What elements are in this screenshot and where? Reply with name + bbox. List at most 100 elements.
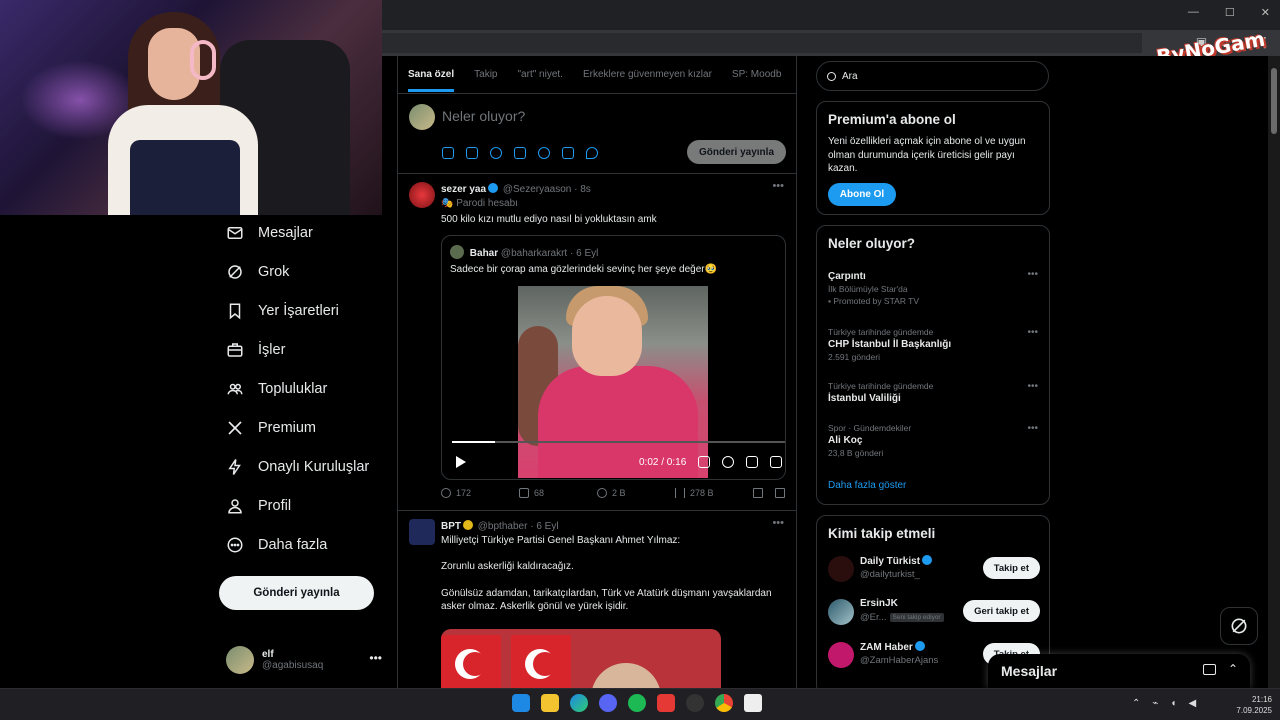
tweet-time[interactable]: 6 Eyl [536, 521, 558, 532]
follow-button[interactable]: Takip et [982, 557, 1040, 579]
address-bar[interactable] [382, 33, 1142, 53]
network-icon[interactable]: ⌁ [1152, 698, 1158, 709]
grok-icon[interactable] [490, 147, 502, 159]
bookmark-button[interactable] [753, 488, 775, 498]
trend-item[interactable]: Spor · Gündemdekiler Ali Koç 23,8 B gönd… [828, 423, 1038, 458]
quote-header: Bahar @baharkarakrt · 6 Eyl [450, 245, 598, 259]
subscribe-button[interactable]: Abone Ol [828, 183, 896, 206]
tab-list-moodb[interactable]: SP: Moodb [732, 69, 781, 80]
scrollbar-thumb[interactable] [1271, 68, 1277, 134]
more-icon[interactable]: ••• [772, 180, 784, 192]
poll-icon[interactable] [514, 147, 526, 159]
share-button[interactable] [775, 488, 795, 498]
account-switcher[interactable]: elf @agabisusaq ••• [226, 643, 386, 677]
taskbar-clock[interactable]: 21:16 7.09.2025 [1228, 694, 1272, 716]
clock-date: 7.09.2025 [1236, 706, 1272, 715]
gif-icon[interactable] [466, 147, 478, 159]
tweet-image[interactable] [441, 629, 721, 688]
quoted-tweet[interactable]: Bahar @baharkarakrt · 6 Eyl Sadece bir ç… [441, 235, 786, 480]
more-icon[interactable]: ••• [1027, 423, 1038, 434]
composer-post-button[interactable]: Gönderi yayınla [687, 140, 786, 164]
avatar[interactable] [409, 519, 435, 545]
tab-for-you[interactable]: Sana özel [408, 57, 455, 92]
tweet-author-name[interactable]: sezer yaa [441, 184, 486, 195]
close-button[interactable]: ✕ [1261, 6, 1270, 19]
reply-button[interactable]: 172 [441, 488, 519, 498]
tweet-author-handle[interactable]: @Sezeryaason [503, 184, 572, 195]
page-scrollbar[interactable] [1268, 56, 1280, 688]
tab-list-art[interactable]: "art" niyet. [518, 69, 563, 80]
tab-following[interactable]: Takip [474, 69, 497, 80]
file-explorer-icon[interactable] [541, 694, 559, 712]
obs-icon[interactable] [686, 694, 704, 712]
follow-suggestion[interactable]: ErsinJK @Er... Seni takip ediyor Geri tak… [828, 596, 1040, 630]
red-app-icon[interactable] [657, 694, 675, 712]
trend-item[interactable]: Türkiye tarihinde gündemde İstanbul Vali… [828, 381, 1038, 404]
post-button[interactable]: Gönderi yayınla [219, 576, 374, 610]
windows-start-icon[interactable] [512, 694, 530, 712]
like-button[interactable]: 2 B [597, 488, 675, 498]
spotify-icon[interactable] [628, 694, 646, 712]
sidebar-nav: Mesajlar Grok Yer İşaretleri İşler Toplu… [0, 215, 397, 688]
volume-icon[interactable]: ◀ [1188, 698, 1196, 709]
trend-item[interactable]: Türkiye tarihinde gündemde CHP İstanbul … [828, 327, 1038, 362]
trend-item[interactable]: Çarpıntı İlk Bölümüyle Star'da ▪ Promote… [828, 269, 1038, 306]
nav-item-more[interactable]: Daha fazla [226, 533, 327, 557]
views-button[interactable]: 278 B [675, 488, 753, 498]
discord-icon[interactable] [599, 694, 617, 712]
video-progress-bar[interactable] [452, 441, 785, 443]
fullscreen-icon[interactable] [770, 456, 782, 468]
nav-item-bookmarks[interactable]: Yer İşaretleri [226, 299, 339, 323]
follow-handle: @Er... Seni takip ediyor [860, 612, 944, 623]
search-input[interactable]: Ara [816, 61, 1049, 91]
more-icon[interactable]: ••• [772, 517, 784, 529]
tweet[interactable]: sezer yaa @Sezeryaason · 8s ••• 🎭 Parodi… [398, 174, 796, 511]
minimize-button[interactable]: — [1188, 6, 1199, 19]
microphone-icon[interactable]: ◖ [1170, 698, 1176, 709]
nav-item-verified-orgs[interactable]: Onaylı Kuruluşlar [226, 455, 369, 479]
video-player[interactable]: 0:02 / 0:16 [446, 284, 785, 478]
show-more-link[interactable]: Daha fazla göster [828, 480, 906, 491]
maximize-button[interactable]: ☐ [1225, 6, 1235, 19]
repost-button[interactable]: 68 [519, 488, 597, 498]
emoji-icon[interactable] [538, 147, 550, 159]
more-icon[interactable]: ••• [1027, 327, 1038, 338]
loop-icon[interactable] [746, 456, 758, 468]
tweet-author-name[interactable]: BPT [441, 521, 461, 532]
nav-item-communities[interactable]: Topluluklar [226, 377, 327, 401]
image-icon[interactable] [442, 147, 454, 159]
expand-icon[interactable]: ⌃ [1228, 662, 1238, 676]
tweet[interactable]: BPT @bpthaber · 6 Eyl ••• Milliyetçi Tür… [398, 511, 796, 688]
nav-item-profile[interactable]: Profil [226, 494, 291, 518]
app-icon[interactable] [744, 694, 762, 712]
tweet-time[interactable]: 8s [580, 184, 591, 195]
schedule-icon[interactable] [562, 147, 574, 159]
briefcase-icon [227, 343, 243, 357]
mute-icon[interactable] [698, 456, 710, 468]
follow-back-button[interactable]: Geri takip et [963, 600, 1040, 622]
edge-icon[interactable] [570, 694, 588, 712]
tweet-actions: 172 68 2 B 278 B [441, 488, 795, 498]
search-icon [827, 71, 836, 81]
avatar[interactable] [409, 182, 435, 208]
new-message-icon[interactable] [1203, 664, 1216, 675]
location-icon[interactable] [586, 147, 598, 159]
composer-input[interactable]: Neler oluyor? [442, 108, 525, 124]
chrome-icon[interactable] [715, 694, 733, 712]
play-icon[interactable] [456, 456, 466, 468]
timeline: Sana özel Takip "art" niyet. Erkeklere g… [397, 56, 797, 688]
grok-floating-button[interactable] [1220, 607, 1258, 645]
settings-icon[interactable] [722, 456, 734, 468]
tab-list-girls[interactable]: Erkeklere güvenmeyen kızlar [583, 69, 712, 80]
follow-suggestion[interactable]: Daily Türkist @dailyturkist_ Takip et [828, 553, 1040, 587]
mail-icon [227, 227, 243, 239]
nav-item-jobs[interactable]: İşler [226, 338, 285, 362]
tweet-author-handle[interactable]: @bpthaber [478, 521, 528, 532]
nav-item-grok[interactable]: Grok [226, 260, 289, 284]
more-icon[interactable]: ••• [1027, 381, 1038, 392]
nav-item-messages[interactable]: Mesajlar [226, 221, 313, 245]
messages-drawer[interactable]: Mesajlar ⌃ [988, 654, 1250, 688]
chevron-up-icon[interactable]: ⌃ [1132, 698, 1140, 709]
nav-item-premium[interactable]: Premium [226, 416, 316, 440]
more-icon[interactable]: ••• [1027, 269, 1038, 280]
